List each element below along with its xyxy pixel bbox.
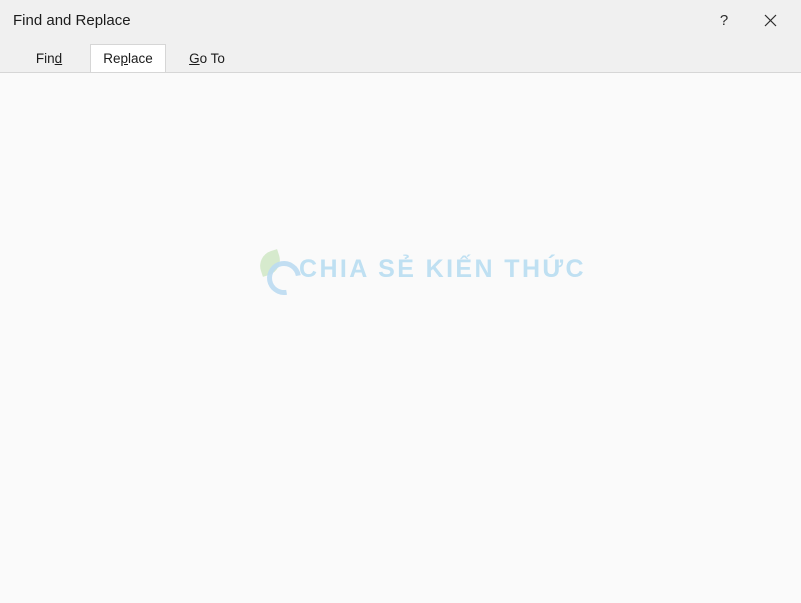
tab-go-to-label: Go To bbox=[189, 51, 225, 66]
help-icon[interactable]: ? bbox=[701, 0, 747, 40]
close-icon[interactable] bbox=[747, 0, 793, 40]
tab-go-to[interactable]: Go To bbox=[166, 44, 248, 72]
window-title: Find and Replace bbox=[13, 13, 131, 28]
tab-find-label: Find bbox=[36, 51, 62, 66]
tab-strip: Find Replace Go To bbox=[0, 44, 801, 72]
title-bar: Find and Replace ? bbox=[0, 0, 801, 40]
tab-replace[interactable]: Replace bbox=[90, 44, 166, 72]
tab-replace-label: Replace bbox=[103, 51, 153, 66]
dialog-content-panel bbox=[0, 72, 801, 603]
tab-find[interactable]: Find bbox=[8, 44, 90, 72]
